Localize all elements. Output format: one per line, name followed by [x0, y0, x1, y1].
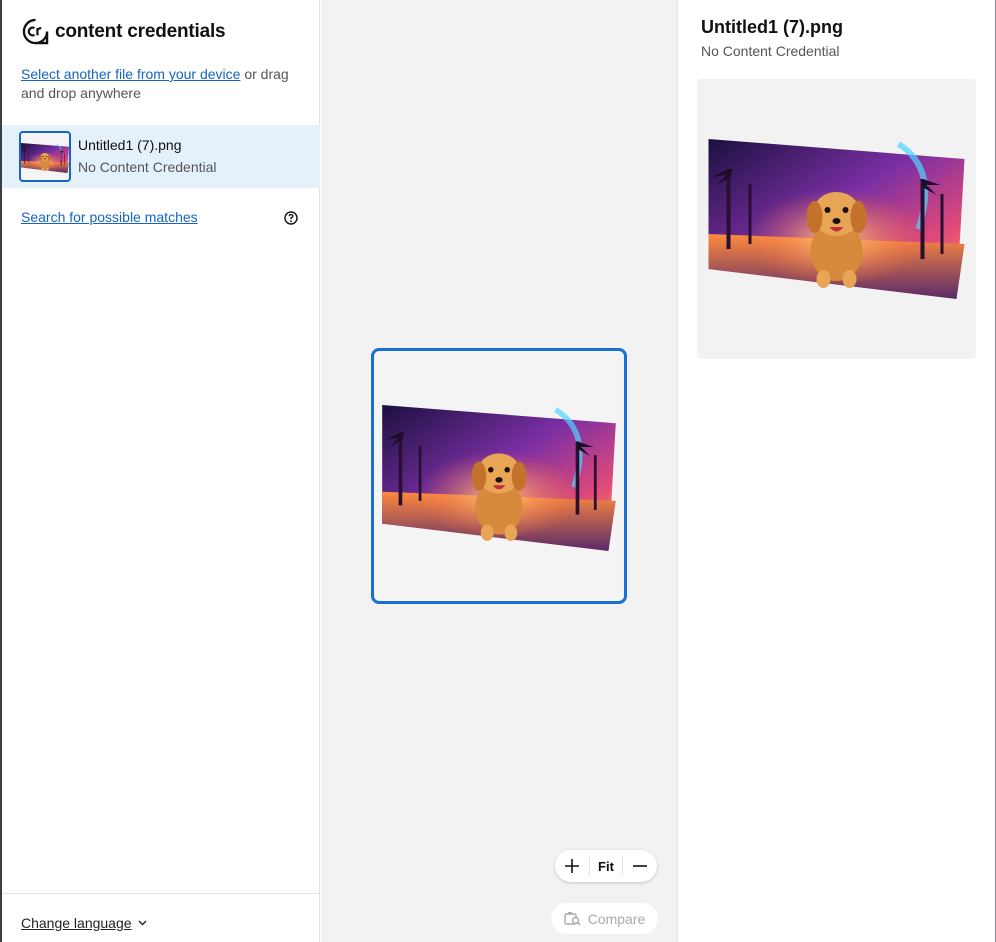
brand-logo[interactable]: content credentials — [22, 18, 226, 45]
plus-icon — [565, 859, 579, 873]
selected-asset-node[interactable] — [371, 348, 627, 604]
file-name: Untitled1 (7).png — [78, 137, 182, 153]
minus-icon — [633, 865, 647, 867]
app-window: content credentials Select another file … — [0, 0, 996, 942]
fit-button[interactable]: Fit — [589, 856, 623, 876]
change-language-button[interactable]: Change language — [21, 915, 147, 931]
help-icon[interactable] — [284, 211, 298, 225]
provenance-canvas[interactable]: Fit Compare — [321, 0, 678, 942]
file-meta: Untitled1 (7).png No Content Credential — [78, 136, 217, 176]
upload-instructions: Select another file from your device or … — [21, 65, 306, 103]
search-matches-link[interactable]: Search for possible matches — [21, 209, 198, 225]
zoom-controls: Fit — [555, 850, 657, 882]
details-panel: Untitled1 (7).png No Content Credential — [679, 0, 995, 942]
file-thumbnail — [19, 131, 71, 182]
sidebar-footer: Change language — [2, 893, 320, 942]
file-status: No Content Credential — [78, 159, 217, 175]
file-list-item[interactable]: Untitled1 (7).png No Content Credential — [2, 125, 320, 188]
chevron-down-icon — [138, 920, 147, 926]
zoom-in-button[interactable] — [555, 850, 589, 882]
panel-subtitle: No Content Credential — [701, 43, 840, 59]
zoom-out-button[interactable] — [623, 850, 657, 882]
change-language-label: Change language — [21, 915, 132, 931]
panel-title: Untitled1 (7).png — [701, 17, 843, 37]
sidebar: content credentials Select another file … — [2, 0, 320, 942]
cr-logo-icon — [22, 18, 49, 45]
image-preview — [697, 79, 976, 359]
compare-button[interactable]: Compare — [551, 903, 658, 934]
compare-label: Compare — [587, 910, 646, 927]
select-file-link[interactable]: Select another file from your device — [21, 66, 240, 82]
brand-text: content credentials — [55, 20, 226, 42]
compare-icon — [564, 912, 581, 926]
